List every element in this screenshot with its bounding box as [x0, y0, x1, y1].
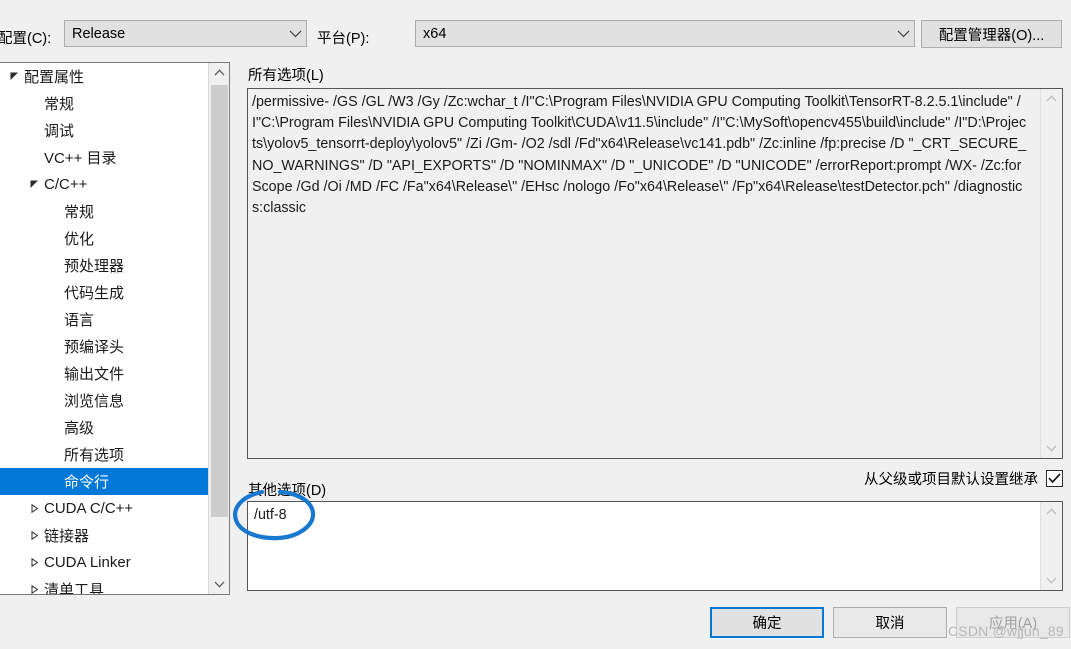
inherit-from-parent-row[interactable]: 从父级或项目默认设置继承: [864, 468, 1063, 489]
watermark-text: CSDN @wjjun_89: [948, 623, 1064, 639]
property-pages-tree[interactable]: 配置属性 常规 调试 VC++ 目录 C/C++ 常规 优化 预处理器 代码生成 语言 预编译头 输出…: [0, 62, 230, 595]
scroll-up-arrow-icon[interactable]: [1041, 89, 1062, 108]
tree-item-9[interactable]: 语言: [0, 306, 208, 333]
scroll-down-arrow-icon[interactable]: [1041, 439, 1062, 458]
tree-item-label: CUDA C/C++: [44, 500, 134, 517]
configuration-dropdown[interactable]: Release: [64, 20, 307, 47]
platform-dropdown[interactable]: x64: [415, 20, 915, 47]
tree-item-label: 优化: [64, 231, 95, 248]
tree-item-12[interactable]: 浏览信息: [0, 387, 208, 414]
tree-item-label: 配置属性: [24, 69, 85, 86]
chevron-down-icon: [892, 30, 914, 38]
tree-item-label: 预编译头: [64, 339, 125, 356]
tree-item-label: 语言: [64, 312, 95, 329]
tree-item-label: VC++ 目录: [44, 150, 117, 167]
all-options-vertical-scrollbar[interactable]: [1040, 89, 1062, 458]
tree-item-label: 常规: [64, 204, 95, 221]
collapsed-arrow-icon[interactable]: [26, 504, 42, 513]
all-options-textarea[interactable]: /permissive- /GS /GL /W3 /Gy /Zc:wchar_t…: [247, 88, 1063, 459]
tree-item-7[interactable]: 预处理器: [0, 252, 208, 279]
tree-item-5[interactable]: 常规: [0, 198, 208, 225]
tree-item-14[interactable]: 所有选项: [0, 441, 208, 468]
scroll-down-arrow-icon[interactable]: [209, 575, 229, 594]
configuration-dropdown-value: Release: [72, 25, 126, 42]
tree-item-label: 输出文件: [64, 366, 125, 383]
tree-item-4[interactable]: C/C++: [0, 171, 208, 198]
tree-item-19[interactable]: 清单工具: [0, 576, 208, 594]
other-options-label: 其他选项(D): [248, 483, 327, 499]
tree-item-18[interactable]: CUDA Linker: [0, 549, 208, 576]
tree-item-label: CUDA Linker: [44, 554, 131, 571]
tree-item-10[interactable]: 预编译头: [0, 333, 208, 360]
other-options-vertical-scrollbar[interactable]: [1040, 502, 1062, 590]
inherit-from-parent-checkbox[interactable]: [1046, 470, 1063, 487]
expanded-arrow-icon[interactable]: [6, 72, 22, 81]
tree-item-15[interactable]: 命令行: [0, 468, 208, 495]
configuration-manager-button[interactable]: 配置管理器(O)...: [921, 20, 1062, 48]
tree-item-16[interactable]: CUDA C/C++: [0, 495, 208, 522]
tree-item-0[interactable]: 配置属性: [0, 63, 208, 90]
tree-item-list: 配置属性 常规 调试 VC++ 目录 C/C++ 常规 优化 预处理器 代码生成 语言 预编译头 输出…: [0, 63, 208, 594]
inherit-from-parent-label: 从父级或项目默认设置继承: [864, 472, 1038, 488]
other-options-textarea[interactable]: /utf-8: [247, 501, 1063, 591]
tree-item-label: 所有选项: [64, 447, 125, 464]
tree-item-label: 浏览信息: [64, 393, 125, 410]
tree-item-label: 链接器: [44, 528, 90, 545]
tree-item-8[interactable]: 代码生成: [0, 279, 208, 306]
tree-item-label: 清单工具: [44, 582, 105, 594]
ok-button[interactable]: 确定: [710, 607, 824, 638]
tree-item-1[interactable]: 常规: [0, 90, 208, 117]
tree-item-6[interactable]: 优化: [0, 225, 208, 252]
collapsed-arrow-icon[interactable]: [26, 558, 42, 567]
tree-item-13[interactable]: 高级: [0, 414, 208, 441]
scroll-down-arrow-icon[interactable]: [1041, 571, 1062, 590]
platform-dropdown-value: x64: [423, 25, 447, 42]
tree-item-label: 高级: [64, 420, 95, 437]
tree-item-17[interactable]: 链接器: [0, 522, 208, 549]
tree-item-label: 预处理器: [64, 258, 125, 275]
collapsed-arrow-icon[interactable]: [26, 531, 42, 540]
scroll-up-arrow-icon[interactable]: [209, 63, 229, 82]
checkmark-icon: [1048, 473, 1061, 484]
configuration-toolbar: 配置(C): Release 平台(P): x64 配置管理器(O)...: [0, 0, 1071, 60]
collapsed-arrow-icon[interactable]: [26, 585, 42, 594]
tree-item-label: 命令行: [64, 474, 110, 491]
other-options-text-content: /utf-8: [254, 507, 287, 523]
platform-label: 平台(P):: [317, 31, 370, 47]
expanded-arrow-icon[interactable]: [26, 180, 42, 189]
tree-item-3[interactable]: VC++ 目录: [0, 144, 208, 171]
tree-item-2[interactable]: 调试: [0, 117, 208, 144]
tree-item-label: 常规: [44, 96, 75, 113]
all-options-text-content: /permissive- /GS /GL /W3 /Gy /Zc:wchar_t…: [252, 94, 1027, 217]
tree-item-label: 代码生成: [64, 285, 125, 302]
tree-item-11[interactable]: 输出文件: [0, 360, 208, 387]
scroll-up-arrow-icon[interactable]: [1041, 502, 1062, 521]
tree-vertical-scrollbar[interactable]: [208, 63, 229, 594]
cancel-button[interactable]: 取消: [833, 607, 947, 638]
tree-item-label: 调试: [44, 123, 75, 140]
all-options-label: 所有选项(L): [248, 68, 324, 84]
tree-item-label: C/C++: [44, 176, 88, 193]
chevron-down-icon: [284, 30, 306, 38]
configuration-label: 配置(C):: [0, 31, 52, 47]
tree-scrollbar-thumb[interactable]: [211, 85, 228, 517]
